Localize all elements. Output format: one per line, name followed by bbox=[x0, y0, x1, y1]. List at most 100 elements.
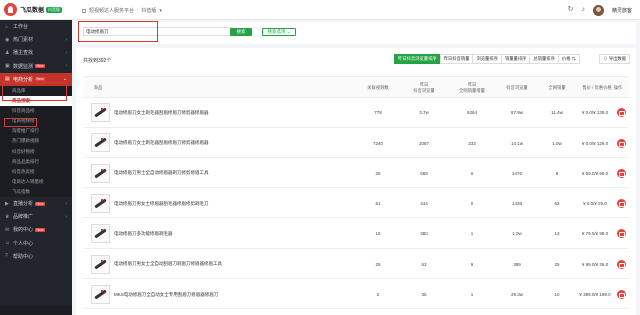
refresh-icon[interactable]: ↻ bbox=[568, 4, 574, 16]
column-header: 商品 bbox=[93, 85, 103, 90]
cell-sales-y: 5364 bbox=[466, 110, 477, 116]
product-name[interactable]: 电动修眉刀男女士修眉器刮毛器修眉修剪剃毛刀 bbox=[114, 189, 209, 219]
tab-sort-yesterday-views[interactable]: 昨日抖音浏览量排序 bbox=[394, 54, 441, 64]
product-name[interactable]: 电动修眉刀女士剃毛器刮眉修眉刀修剪器修眉器 bbox=[114, 128, 209, 158]
product-thumbnail[interactable] bbox=[91, 133, 110, 153]
cell-views-y: 3.7w bbox=[419, 110, 429, 116]
sidebar-item-ecommerce[interactable]: ▤ 电商分析 New ⌄ bbox=[0, 72, 72, 86]
sidebar-item-messages[interactable]: ✉ 我的中心 New bbox=[0, 223, 72, 236]
sidebar-item-data-monitor[interactable]: ▣ 数据监测 New › bbox=[0, 60, 72, 73]
sidebar-item-label: 数据监测 bbox=[13, 63, 34, 70]
table-row[interactable]: 电动修眉刀多功能修眉剃毛器 19 380 1 1.0w 13 ¥ 79.0 / ¥ 99.0 bbox=[83, 219, 629, 249]
breadcrumb-separator: | bbox=[137, 7, 139, 14]
product-thumbnail[interactable] bbox=[91, 224, 110, 244]
table-row[interactable]: 电动修眉刀男士全自动修眉器剃刀修剪修眉工具 26 569 0 1476 8 ¥ 59.0 /… bbox=[83, 159, 629, 189]
sidebar-subitem[interactable]: 抖音好物榜 bbox=[0, 146, 72, 157]
avatar[interactable] bbox=[592, 4, 604, 16]
new-badge: New bbox=[35, 77, 46, 82]
sidebar-item-workbench[interactable]: ⌂ 工作台 bbox=[0, 20, 72, 33]
bell-icon[interactable]: ♪ bbox=[581, 4, 585, 16]
tab-sort-price[interactable]: 价格 ⇅ bbox=[557, 54, 580, 64]
sidebar-subitem[interactable]: 抖音热卖榜 bbox=[0, 166, 72, 177]
search-options-button[interactable]: 搜索选项 ⌄ bbox=[262, 28, 296, 36]
column-header[interactable]: 昨日 抖音浏览量 bbox=[401, 77, 447, 99]
price-current: ¥ 59.0 bbox=[581, 170, 595, 176]
table-row[interactable]: 电动修眉刀男女士全自动刮眉刀剃眉刀修眉器修眉工具 29 63 9 389 25 ¥ 99.0… bbox=[83, 250, 629, 280]
help-icon: ? bbox=[5, 253, 8, 260]
tab-sort-views[interactable]: 浏览量排序 bbox=[472, 54, 502, 64]
column-header[interactable]: 抖音浏览量 bbox=[497, 77, 537, 99]
sidebar-collapse-toggle[interactable] bbox=[0, 306, 72, 315]
sidebar-subitem-product-library[interactable]: 商品库 bbox=[0, 85, 72, 97]
detail-icon[interactable] bbox=[616, 259, 626, 269]
cell-videos: 61 bbox=[375, 201, 381, 207]
chevron-down-icon[interactable]: ▾ bbox=[159, 8, 162, 14]
product-thumbnail[interactable] bbox=[91, 284, 110, 304]
sidebar-subitem[interactable]: 商品品类排行 bbox=[0, 156, 72, 167]
sidebar-item-help[interactable]: ? 帮助中心 bbox=[0, 250, 72, 263]
detail-icon[interactable] bbox=[616, 199, 626, 209]
product-name[interactable]: 电动修眉刀男女士全自动刮眉刀剃眉刀修眉器修眉工具 bbox=[114, 250, 222, 280]
price-original: ¥ 29.0 bbox=[594, 201, 607, 207]
sidebar-subitem[interactable]: 抖音商品榜 bbox=[0, 106, 72, 117]
export-button[interactable]: ⇩ 导出数据 bbox=[599, 54, 630, 64]
play-icon: ▶ bbox=[5, 200, 9, 207]
tab-sort-yesterday-sales[interactable]: 昨日抖音销量 bbox=[439, 54, 474, 64]
chevron-right-icon: › bbox=[65, 36, 67, 43]
sidebar-subitem[interactable]: 淘客推广排行 bbox=[0, 126, 72, 137]
detail-icon[interactable] bbox=[616, 108, 626, 118]
sidebar-subitem[interactable]: 电商达人销量榜 bbox=[0, 176, 72, 187]
product-thumbnail[interactable] bbox=[91, 163, 110, 183]
sidebar-item-label: 个人中心 bbox=[13, 240, 34, 247]
table-row[interactable]: 电动修眉刀女士剃毛器刮眉修眉刀修剪器修眉器 7240 2087 233 14.1w 1.0… bbox=[83, 128, 629, 158]
username[interactable]: 精灵旅客 bbox=[612, 7, 632, 14]
search-input[interactable]: 电动修眉刀 bbox=[83, 27, 233, 36]
chevron-right-icon: › bbox=[65, 63, 67, 70]
cell-views-y: 63 bbox=[421, 261, 427, 267]
detail-icon[interactable] bbox=[616, 229, 626, 239]
product-name[interactable]: 电动修眉刀女士剃毛器刮眉修眉刀修剪器修眉器 bbox=[114, 98, 209, 128]
column-header[interactable]: 昨日 全网销量增量 bbox=[449, 77, 495, 99]
menu-icon[interactable] bbox=[82, 8, 86, 13]
tab-sort-sales[interactable]: 销量量排序 bbox=[500, 54, 531, 64]
table-row[interactable]: MKS电动修眉刀全自动女士专用刮眉刀修眉器修眉刀 2 35 1 29.3w 10 ¥ 399… bbox=[83, 280, 629, 310]
app-logo[interactable]: 飞瓜数据 抖音版 bbox=[4, 3, 63, 16]
sidebar-subitem[interactable]: 电商视频榜 bbox=[0, 116, 72, 127]
column-header[interactable]: 全网销量 bbox=[539, 77, 575, 99]
price-current: ¥ 79.0 bbox=[581, 231, 595, 237]
breadcrumb-item[interactable]: 短视频达人服务平台 bbox=[89, 7, 134, 14]
product-thumbnail[interactable] bbox=[91, 103, 110, 122]
cell-views: 1476 bbox=[511, 170, 522, 176]
sidebar-item-brand[interactable]: ♛ 品牌推广 › bbox=[0, 210, 72, 223]
detail-icon[interactable] bbox=[616, 138, 626, 148]
column-header[interactable]: 关联视频数 bbox=[358, 77, 398, 99]
search-button[interactable]: 搜索 bbox=[230, 28, 252, 36]
cell-sales-y: 9 bbox=[470, 261, 474, 267]
cell-action bbox=[613, 189, 629, 219]
table-row[interactable]: 电动修眉刀男女士修眉器刮毛器修眉修剪剃毛刀 61 444 0 1438 63 ¥ 0.0 /… bbox=[83, 189, 629, 219]
sidebar-subitem[interactable]: 热门爆款视频 bbox=[0, 136, 72, 147]
sidebar-item-live[interactable]: ▶ 直播分析 New › bbox=[0, 197, 72, 210]
top-right-tools: ↻ ♪ 精灵旅客 bbox=[568, 4, 632, 16]
product-name[interactable]: 电动修眉刀男士全自动修眉器剃刀修剪修眉工具 bbox=[114, 159, 209, 189]
new-badge: New bbox=[35, 201, 46, 206]
cell-views-y: 35 bbox=[421, 292, 427, 298]
tab-sort-total-sales[interactable]: 总销量排序 bbox=[529, 54, 559, 64]
product-name[interactable]: 电动修眉刀多功能修眉剃毛器 bbox=[114, 219, 173, 249]
sidebar-item-streamer-search[interactable]: ♟ 播主查找 › bbox=[0, 46, 72, 59]
chevron-right-icon: › bbox=[65, 49, 67, 56]
sidebar-item-label: 播主查找 bbox=[13, 50, 34, 57]
product-thumbnail[interactable] bbox=[91, 193, 110, 213]
breadcrumb-item[interactable]: 抖音版 bbox=[141, 7, 156, 14]
sidebar-subitem-product-search[interactable]: 商品搜索 bbox=[0, 96, 72, 107]
sidebar-item-hot-materials[interactable]: ◉ 热门素材 › bbox=[0, 33, 72, 46]
detail-icon[interactable] bbox=[616, 290, 626, 300]
cell-videos: 7240 bbox=[372, 140, 383, 146]
sidebar-subitem[interactable]: 飞瓜指数 bbox=[0, 186, 72, 197]
detail-icon[interactable] bbox=[616, 168, 626, 178]
sidebar-item-profile[interactable]: ☺ 个人中心 bbox=[0, 237, 72, 250]
product-thumbnail[interactable] bbox=[91, 254, 110, 274]
cell-videos: 26 bbox=[375, 170, 381, 176]
product-name[interactable]: MKS电动修眉刀全自动女士专用刮眉刀修眉器修眉刀 bbox=[114, 280, 218, 310]
table-row[interactable]: 电动修眉刀女士剃毛器刮眉修眉刀修剪器修眉器 778 3.7w 5364 87.9w 11.… bbox=[83, 98, 629, 128]
